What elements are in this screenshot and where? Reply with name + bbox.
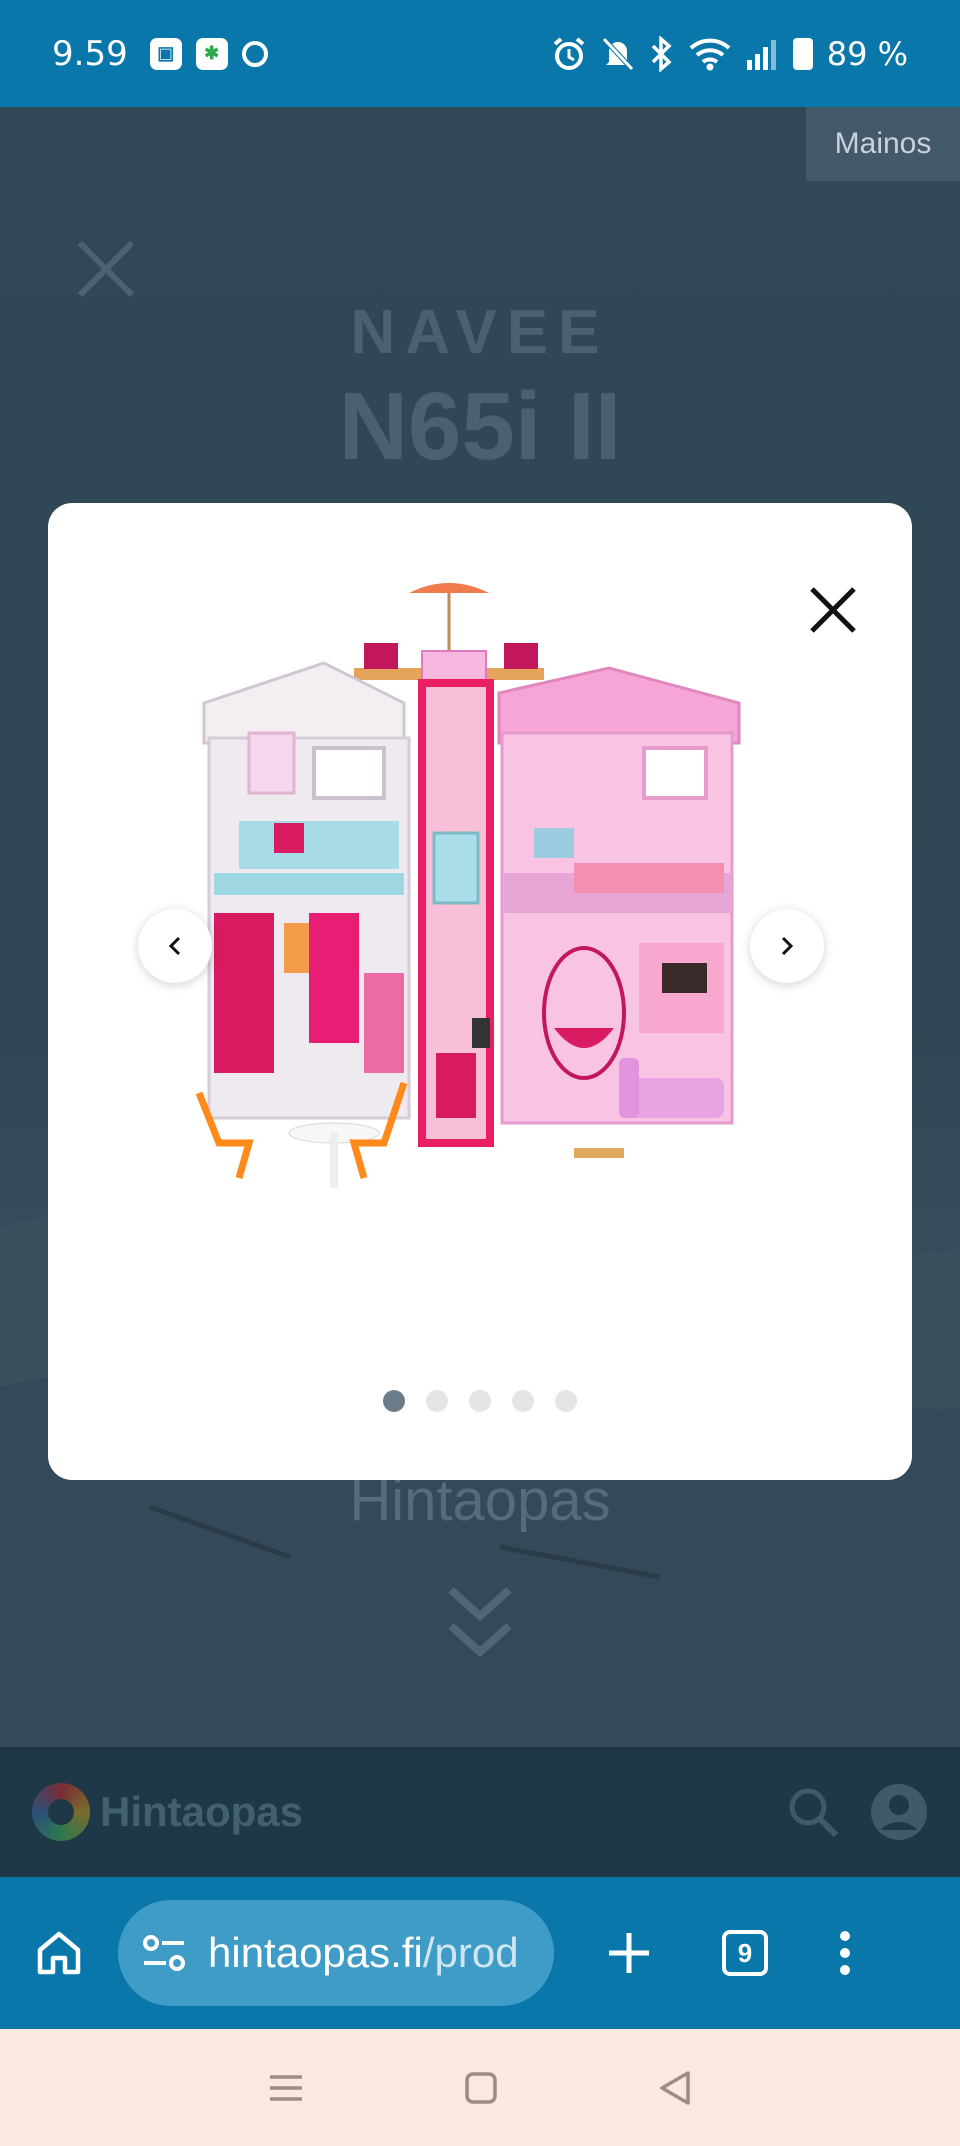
product-image[interactable] (154, 573, 804, 1253)
battery-icon (792, 37, 813, 70)
browser-toolbar: hintaopas.fi/prod 9 (0, 1877, 960, 2029)
more-menu-icon[interactable] (838, 1930, 852, 1976)
address-bar[interactable]: hintaopas.fi/prod (118, 1900, 554, 2006)
app-icon: ✱ (195, 37, 228, 70)
home-icon[interactable] (34, 1928, 84, 1978)
status-bar: 9.59 ▣ ✱ 89 % (0, 0, 960, 107)
account-icon[interactable] (870, 1783, 928, 1841)
wifi-icon (689, 38, 731, 70)
gallery-pagination (48, 1390, 912, 1412)
url-text[interactable]: hintaopas.fi/prod (208, 1929, 519, 1977)
status-notification-icons: ▣ ✱ (149, 37, 268, 70)
pagination-dot[interactable] (469, 1390, 491, 1412)
signal-icon (746, 39, 776, 70)
ad-model: N65i II (338, 373, 622, 480)
pagination-dot[interactable] (426, 1390, 448, 1412)
recents-icon[interactable] (268, 2073, 304, 2103)
ad-label: Mainos (806, 107, 960, 181)
pagination-dot[interactable] (512, 1390, 534, 1412)
tab-switcher-button[interactable]: 9 (722, 1930, 768, 1976)
system-nav-bar (0, 2029, 960, 2146)
next-image-button[interactable] (750, 909, 824, 983)
new-tab-icon[interactable] (606, 1930, 652, 1976)
outlook-icon: ▣ (149, 37, 182, 70)
back-icon[interactable] (658, 2070, 692, 2106)
url-host: hintaopas.fi (208, 1929, 423, 1976)
site-logo-text: Hintaopas (100, 1788, 304, 1835)
alarm-icon (553, 36, 584, 70)
logo-mark-icon (32, 1783, 90, 1841)
chevron-left-icon (168, 936, 181, 956)
chrome-icon (241, 40, 268, 67)
pagination-dot[interactable] (555, 1390, 577, 1412)
previous-image-button[interactable] (138, 909, 212, 983)
url-path: /prod (422, 1929, 519, 1976)
chevron-right-icon (781, 936, 794, 956)
pagination-dot[interactable] (383, 1390, 405, 1412)
image-gallery-modal (48, 503, 912, 1480)
scroll-down-chevron-icon[interactable] (445, 1582, 515, 1662)
mute-icon (601, 36, 634, 71)
home-nav-icon[interactable] (464, 2071, 498, 2105)
status-system-icons: 89 % (551, 35, 908, 73)
battery-percent: 89 % (826, 34, 908, 73)
site-header: Hintaopas (0, 1747, 960, 1877)
bluetooth-icon (651, 35, 672, 72)
status-time: 9.59 (52, 33, 128, 74)
ad-brand: NAVEE (350, 298, 610, 367)
search-icon[interactable] (786, 1785, 840, 1839)
site-logo[interactable]: Hintaopas (32, 1783, 303, 1841)
site-settings-icon[interactable] (142, 1933, 186, 1973)
close-icon[interactable] (806, 583, 860, 637)
ad-close-icon[interactable] (74, 237, 138, 301)
